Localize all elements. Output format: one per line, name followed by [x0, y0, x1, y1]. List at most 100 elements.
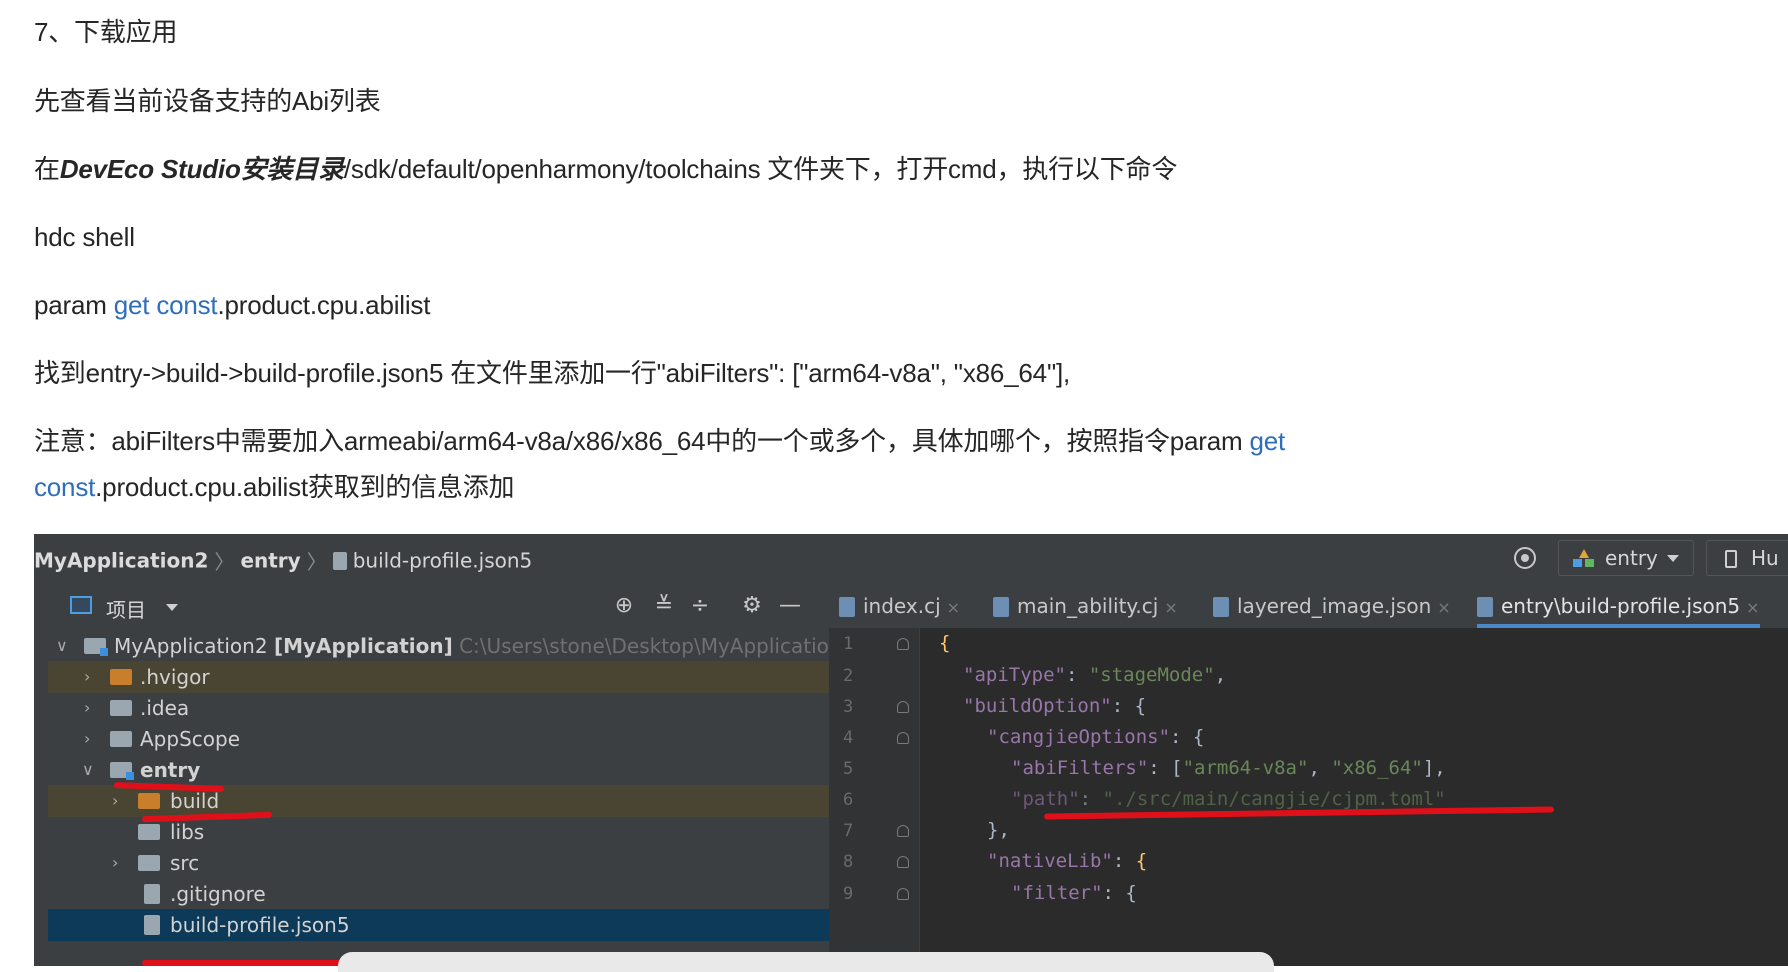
folder-icon [110, 700, 132, 716]
device-dropdown[interactable]: Hu [1706, 540, 1788, 576]
fold-icon[interactable] [897, 701, 909, 713]
chevron-right-icon[interactable]: › [84, 692, 90, 724]
tree-item-appscope[interactable]: › AppScope [48, 723, 829, 755]
breadcrumb-module[interactable]: entry [240, 549, 300, 573]
breadcrumb-project[interactable]: MyApplication2 [34, 549, 208, 573]
code-value: "./src/main/cangjie/cjpm.toml" [1102, 788, 1446, 810]
line-number: 2 [843, 666, 854, 686]
tree-item-build-profile[interactable]: build-profile.json5 [48, 909, 829, 941]
code-line-7: }, [987, 819, 1010, 841]
cmd-rest: .product.cpu.abilist [217, 290, 431, 320]
tab-label: entry\build-profile.json5 [1501, 594, 1741, 618]
file-icon [144, 915, 160, 935]
code-key: "buildOption" [963, 695, 1112, 717]
code-key: "filter" [1011, 882, 1103, 904]
line-number: 1 [843, 634, 854, 654]
text-prefix: 在 [34, 154, 60, 184]
close-icon[interactable]: × [1164, 598, 1177, 617]
minimize-icon[interactable]: — [778, 594, 802, 618]
file-icon [1213, 597, 1229, 617]
chevron-right-icon[interactable]: › [112, 847, 118, 879]
run-config-dropdown[interactable]: entry [1558, 540, 1694, 576]
chevron-right-icon[interactable]: › [112, 785, 118, 817]
chevron-down-icon[interactable]: ∨ [56, 630, 68, 662]
paragraph-note: 注意：abiFilters中需要加入armeabi/arm64-v8a/x86/… [34, 425, 1285, 457]
module-icon [1573, 549, 1595, 567]
command-hdc-shell: hdc shell [34, 222, 135, 252]
navigation-bar: MyApplication2 〉 entry 〉 build-profile.json5… [34, 534, 1788, 585]
crosshair-icon[interactable]: ⊕ [612, 594, 636, 618]
tree-item-label: .idea [140, 696, 190, 720]
chevron-right-icon[interactable]: › [84, 723, 90, 755]
code-editor[interactable]: 1 2 3 4 5 6 7 8 9 { "apiType": "stageMod… [829, 628, 1788, 966]
tree-root-module: [MyApplication] [273, 634, 453, 658]
chevron-down-icon[interactable]: ∨ [82, 754, 94, 786]
tree-item-label: .hvigor [140, 665, 210, 689]
tree-item-root[interactable]: ∨ MyApplication2 [MyApplication] C:\User… [48, 630, 854, 662]
chevron-right-icon: 〉 [214, 550, 235, 574]
close-icon[interactable]: × [947, 598, 960, 617]
tab-label: main_ability.cj [1017, 594, 1159, 618]
line-number: 3 [843, 697, 854, 717]
file-icon [839, 597, 855, 617]
paragraph-toolchains: 在DevEco Studio安装目录/sdk/default/openharmo… [34, 153, 1177, 185]
chevron-down-icon[interactable] [166, 604, 178, 611]
link-note-const[interactable]: const [34, 472, 95, 502]
tab-main-ability[interactable]: main_ability.cj × [993, 584, 1178, 628]
ide-screenshot: MyApplication2 〉 entry 〉 build-profile.json5… [34, 534, 1788, 966]
gear-icon[interactable]: ⚙ [740, 594, 764, 618]
line-number: 6 [843, 790, 854, 810]
fold-icon[interactable] [897, 638, 909, 650]
code-key: "path" [1011, 788, 1080, 810]
line-number: 4 [843, 728, 854, 748]
code-line-1: { [939, 632, 950, 654]
device-label: Hu [1751, 546, 1779, 570]
code-line-6: "path": "./src/main/cangjie/cjpm.toml" [1011, 788, 1446, 810]
close-icon[interactable]: × [1437, 598, 1450, 617]
code-key: "nativeLib" [987, 850, 1113, 872]
folder-icon [84, 638, 108, 656]
fold-icon[interactable] [897, 888, 909, 900]
tree-item-label: entry [140, 758, 201, 782]
tree-item-gitignore[interactable]: .gitignore [48, 878, 829, 910]
folder-icon [110, 669, 132, 685]
code-line-8: "nativeLib": { [987, 850, 1148, 872]
close-icon[interactable]: × [1746, 598, 1759, 617]
file-icon [1477, 597, 1493, 617]
run-config-label: entry [1605, 546, 1658, 570]
paragraph-abi-list: 先查看当前设备支持的Abi列表 [34, 86, 381, 116]
tab-label: index.cj [863, 594, 941, 618]
tree-item-idea[interactable]: › .idea [48, 692, 829, 724]
line-gutter: 1 2 3 4 5 6 7 8 9 [829, 628, 920, 966]
expand-all-icon[interactable]: ≚ [652, 594, 676, 618]
link-note-get[interactable]: get [1250, 426, 1286, 456]
tree-item-label: .gitignore [170, 882, 266, 906]
project-view-selector[interactable]: 项目 [106, 594, 146, 623]
fold-icon[interactable] [897, 732, 909, 744]
tab-layered-image[interactable]: layered_image.json × [1213, 584, 1451, 628]
link-get[interactable]: get [114, 290, 150, 320]
command-param-get: param get const.product.cpu.abilist [34, 289, 430, 321]
link-const[interactable]: const [156, 290, 217, 320]
fold-icon[interactable] [897, 856, 909, 868]
breadcrumb-file[interactable]: build-profile.json5 [353, 549, 533, 573]
fold-icon[interactable] [897, 825, 909, 837]
project-tree: ∨ MyApplication2 [MyApplication] C:\User… [34, 628, 854, 966]
tree-root-path: C:\Users\stone\Desktop\MyApplication2 [459, 634, 855, 658]
chevron-right-icon[interactable]: › [84, 661, 90, 693]
code-brace: { [939, 632, 951, 654]
locate-icon[interactable] [1514, 547, 1536, 569]
code-line-4: "cangjieOptions": { [987, 726, 1205, 748]
tab-build-profile[interactable]: entry\build-profile.json5 × [1477, 584, 1760, 628]
code-line-2: "apiType": "stageMode", [963, 664, 1227, 686]
chevron-down-icon [1667, 555, 1679, 562]
collapse-all-icon[interactable]: ÷ [688, 594, 712, 618]
tree-item-src[interactable]: › src [48, 847, 829, 879]
line-number: 5 [843, 759, 854, 779]
tree-item-entry[interactable]: ∨ entry [48, 754, 829, 786]
tab-index-cj[interactable]: index.cj × [839, 584, 960, 628]
code-brace: }, [987, 819, 1010, 841]
note-text: 注意：abiFilters中需要加入armeabi/arm64-v8a/x86/… [34, 426, 1250, 456]
tree-item-hvigor[interactable]: › .hvigor [48, 661, 829, 693]
folder-icon [110, 731, 132, 747]
